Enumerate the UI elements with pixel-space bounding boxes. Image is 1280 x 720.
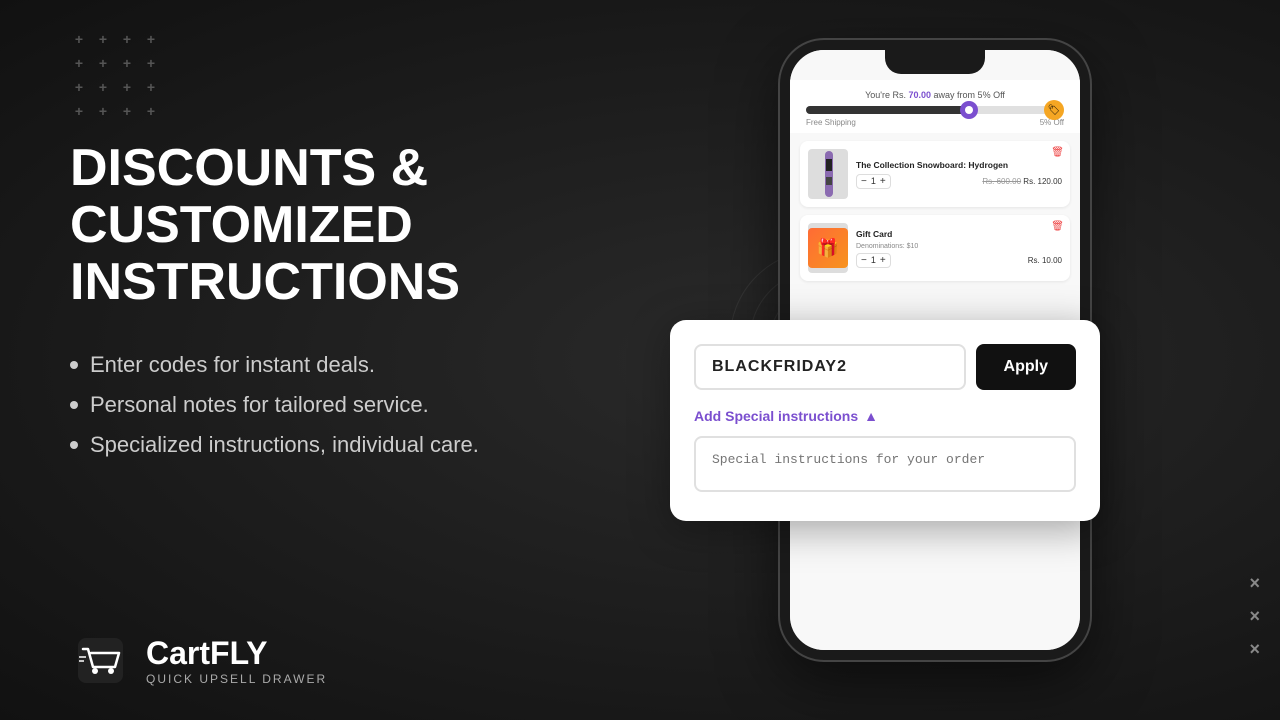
item-price: Rs. 10.00 [1028,256,1062,265]
qty-control[interactable]: − 1 + [856,253,891,268]
delete-icon[interactable]: 🗑 [1051,147,1064,158]
logo-section: CartFLY QUICK UPSELL DRAWER [70,630,327,690]
list-item: Personal notes for tailored service. [70,392,710,418]
qty-price-row: − 1 + Rs. 10.00 [856,253,1062,268]
progress-fill [806,106,974,114]
snowboard-info: The Collection Snowboard: Hydrogen − 1 +… [856,160,1062,189]
qty-decrease[interactable]: − [861,255,867,266]
main-title: DISCOUNTS & CUSTOMIZED INSTRUCTIONS [70,140,710,312]
list-item: Enter codes for instant deals. [70,352,710,378]
bullet-dot [70,441,78,449]
item-name: The Collection Snowboard: Hydrogen [856,160,1062,170]
bullet-dot [70,401,78,409]
item-price: Rs. 600.00 Rs. 120.00 [982,177,1062,186]
gift-icon: 🎁 [808,228,848,268]
apply-button[interactable]: Apply [976,344,1076,390]
qty-price-row: − 1 + Rs. 600.00 Rs. 120.00 [856,174,1062,189]
cart-item-snowboard: The Collection Snowboard: Hydrogen − 1 +… [800,141,1070,207]
coupon-row: Apply [694,344,1076,390]
progress-thumb-inner [965,106,973,114]
chevron-up-icon: ▲ [864,408,878,424]
qty-increase[interactable]: + [880,255,886,266]
logo-icon [70,630,130,690]
right-panel: You're Rs. 70.00 away from 5% Off 🏷 Free… [640,0,1280,720]
x-icons-group: × × × [1249,573,1260,660]
brand-tagline: QUICK UPSELL DRAWER [146,672,327,686]
progress-labels: Free Shipping 5% Off [806,118,1064,127]
giftcard-image: 🎁 [808,223,848,273]
cart-icon [73,633,128,688]
close-icon-1[interactable]: × [1249,573,1260,594]
add-instructions-toggle[interactable]: Add Special instructions ▲ [694,408,1076,424]
list-item: Specialized instructions, individual car… [70,432,710,458]
feature-list: Enter codes for instant deals. Personal … [70,352,710,458]
brand-name: CartFLY [146,635,327,672]
decorative-plus-grid: + + + + + + + + + + + + + + + + [70,30,160,120]
close-icon-3[interactable]: × [1249,639,1260,660]
floating-card: Apply Add Special instructions ▲ [670,320,1100,521]
progress-thumb [960,101,978,119]
qty-decrease[interactable]: − [861,176,867,187]
progress-section: You're Rs. 70.00 away from 5% Off 🏷 Free… [790,80,1080,133]
delete-icon[interactable]: 🗑 [1051,221,1064,232]
coupon-input[interactable] [694,344,966,390]
progress-amount: 70.00 [909,90,932,100]
giftcard-info: Gift Card Denominations: $10 − 1 + Rs. 1… [856,229,1062,268]
close-icon-2[interactable]: × [1249,606,1260,627]
qty-increase[interactable]: + [880,176,886,187]
qty-control[interactable]: − 1 + [856,174,891,189]
qty-value: 1 [871,255,876,265]
item-name: Gift Card [856,229,1062,239]
phone-notch [885,50,985,74]
cart-item-giftcard: 🎁 Gift Card Denominations: $10 − 1 + Rs.… [800,215,1070,281]
progress-label: You're Rs. 70.00 away from 5% Off [806,90,1064,100]
snowboard-image [808,149,848,199]
instructions-textarea[interactable] [694,436,1076,492]
instructions-label: Add Special instructions [694,408,858,424]
qty-value: 1 [871,176,876,186]
left-panel: DISCOUNTS & CUSTOMIZED INSTRUCTIONS Ente… [70,140,710,472]
discount-icon: 🏷 [1044,100,1064,120]
denomination: Denominations: $10 [856,243,1062,250]
progress-track: 🏷 [806,106,1064,114]
logo-text: CartFLY QUICK UPSELL DRAWER [146,635,327,686]
bullet-dot [70,361,78,369]
